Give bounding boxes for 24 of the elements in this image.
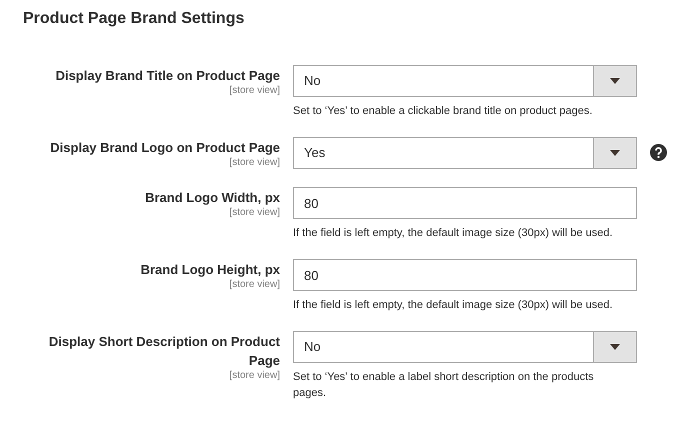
scope-label: [store view] [229, 207, 280, 219]
dropdown[interactable]: No [293, 65, 637, 97]
field-label: Display Short Description on Product Page [48, 333, 280, 370]
field-label: Display Brand Logo on Product Page [50, 139, 280, 157]
caret-icon [610, 150, 620, 156]
dropdown[interactable]: No [293, 331, 637, 363]
field-note: Set to ‘Yes’ to enable a label short description on the products pages. [293, 370, 595, 401]
section-title: Product Page Brand Settings [23, 10, 246, 28]
caret-icon [610, 344, 620, 350]
field-note: If the field is left empty, the default image size (30px) will be used. [293, 226, 614, 241]
field-label: Brand Logo Height, px [140, 261, 280, 279]
field-label: Display Brand Title on Product Page [56, 67, 280, 85]
scope-label: [store view] [229, 370, 280, 382]
input-field[interactable]: 80 [293, 187, 637, 219]
dropdown[interactable]: Yes [293, 137, 637, 169]
field-note: Set to ‘Yes’ to enable a clickable brand title on product pages. [293, 104, 594, 119]
field-note: If the field is left empty, the default image size (30px) will be used. [293, 298, 614, 313]
scope-label: [store view] [229, 279, 280, 291]
scope-label: [store view] [229, 157, 280, 169]
caret-icon [610, 78, 620, 84]
input-field[interactable]: 80 [293, 259, 637, 291]
scope-label: [store view] [229, 85, 280, 97]
field-label: Brand Logo Width, px [145, 189, 280, 207]
help-icon[interactable] [650, 144, 667, 161]
